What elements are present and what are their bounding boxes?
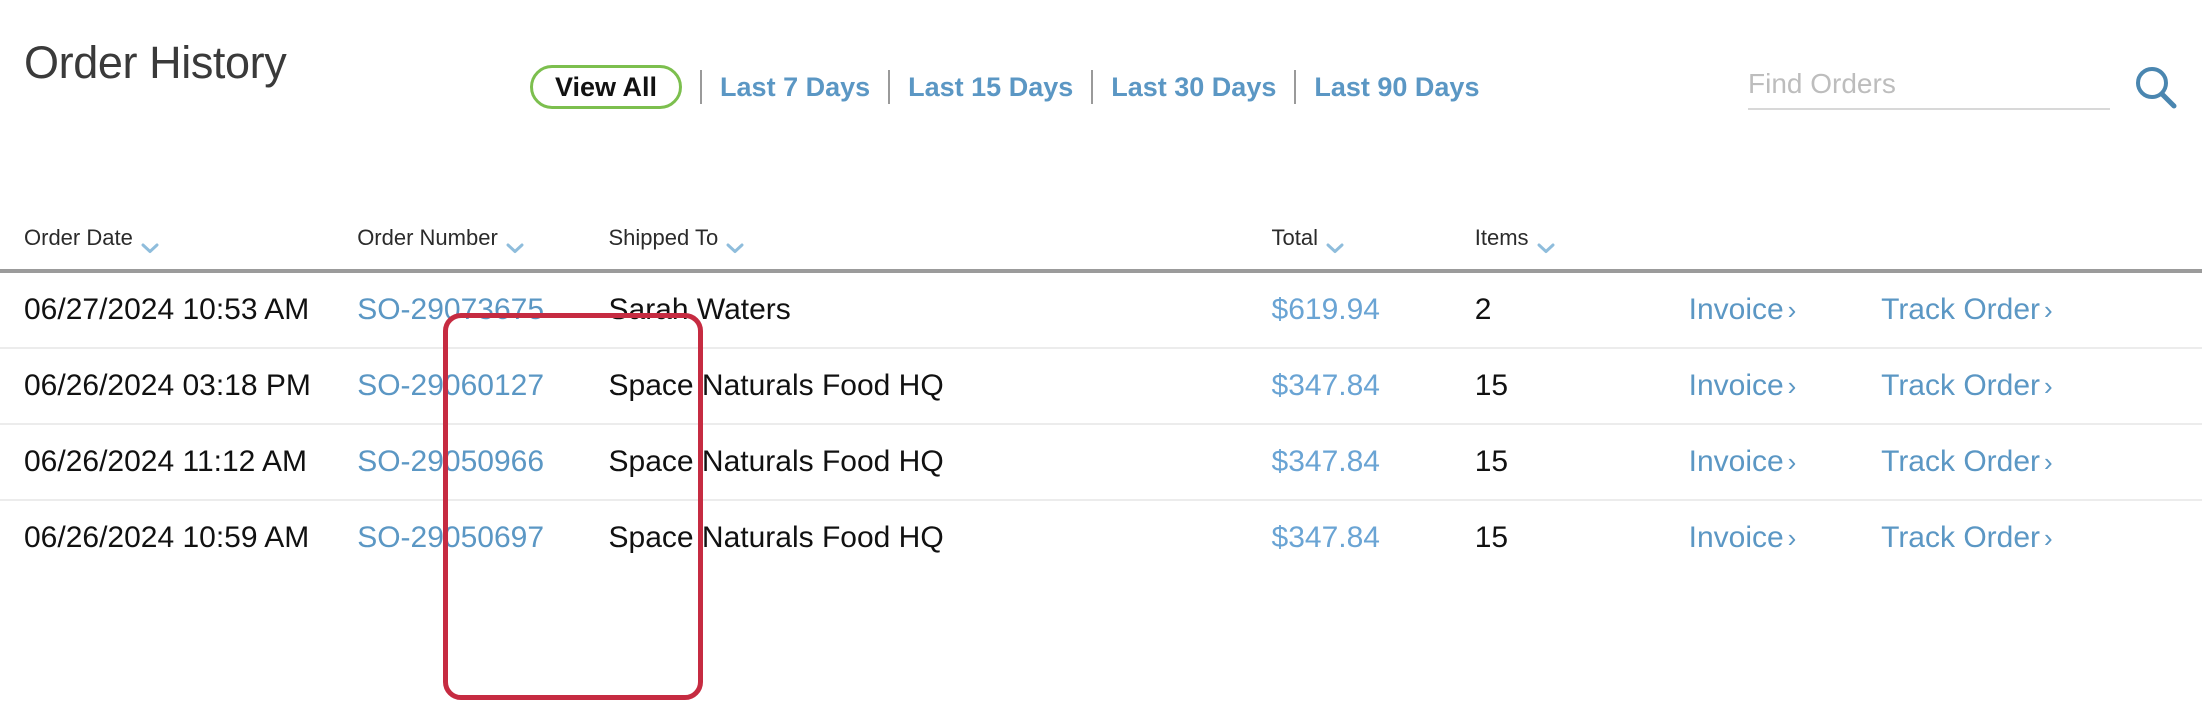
cell-track-action: Track Order › [1881, 271, 2202, 349]
cell-invoice-action: Invoice › [1688, 271, 1882, 349]
chevron-right-icon: › [1787, 447, 1797, 477]
orders-table: Order Date Order Number Shipped To Total… [0, 225, 2202, 575]
invoice-link[interactable]: Invoice › [1689, 445, 1797, 478]
order-history-page: Order History View All Last 7 Days Last … [0, 0, 2202, 710]
orders-table-head: Order Date Order Number Shipped To Total… [0, 225, 2202, 271]
column-header-label: Items [1474, 225, 1529, 250]
page-header: Order History View All Last 7 Days Last … [0, 0, 2202, 180]
chevron-down-icon [141, 234, 159, 253]
cell-order-number: SO-29050966 [357, 424, 609, 501]
cell-track-action: Track Order › [1881, 424, 2202, 501]
table-row[interactable]: 06/26/2024 11:12 AM SO-29050966 Space Na… [0, 424, 2202, 501]
search-icon [2136, 67, 2177, 109]
cell-invoice-action: Invoice › [1689, 500, 1882, 575]
chevron-right-icon: › [1787, 295, 1797, 325]
cell-items: 15 [1474, 521, 1509, 554]
filter-tab-last-90-days[interactable]: Last 90 Days [1314, 65, 1479, 109]
column-header-items[interactable]: Items [1475, 225, 1689, 271]
cell-total: $619.94 [1271, 271, 1475, 349]
filter-tab-view-all[interactable]: View All [530, 65, 683, 109]
tab-separator [1294, 70, 1297, 104]
column-header-label: Order Number [357, 225, 498, 250]
cell-items: 15 [1474, 348, 1689, 425]
chevron-down-icon [1326, 234, 1344, 253]
cell-shipped-to: Space Naturals Food HQ [608, 348, 1272, 425]
filter-tab-last-7-days[interactable]: Last 7 Days [720, 65, 870, 109]
cell-total: $347.84 [1271, 348, 1475, 425]
column-header-track [1881, 225, 2202, 271]
chevron-down-icon [506, 234, 524, 253]
track-order-link[interactable]: Track Order › [1881, 521, 2053, 554]
column-header-total[interactable]: Total [1272, 225, 1475, 271]
cell-total: $347.84 [1272, 500, 1475, 575]
cell-order-number: SO-29060127 [357, 348, 609, 425]
cell-order-number: SO-29073675 [357, 271, 609, 349]
column-header-shipped-to[interactable]: Shipped To [609, 225, 1272, 271]
cell-order-date: 06/26/2024 03:18 PM [0, 348, 358, 425]
cell-shipped-to: Sarah Waters [608, 271, 1272, 349]
invoice-link[interactable]: Invoice › [1689, 293, 1797, 326]
track-order-link[interactable]: Track Order › [1881, 369, 2053, 402]
column-header-label: Shipped To [608, 225, 719, 250]
order-total-value: $619.94 [1271, 293, 1380, 326]
chevron-right-icon: › [1787, 371, 1797, 401]
order-search [1748, 66, 2184, 124]
filter-tab-last-15-days[interactable]: Last 15 Days [908, 65, 1073, 109]
cell-shipped-to: Space Naturals Food HQ [608, 521, 944, 554]
cell-order-date: 06/26/2024 11:12 AM [0, 424, 358, 501]
cell-track-action: Track Order › [1881, 348, 2202, 425]
cell-invoice-action: Invoice › [1688, 424, 1882, 501]
tab-separator [1091, 70, 1094, 104]
orders-table-header-row: Order Date Order Number Shipped To Total… [0, 225, 2202, 271]
order-total-value: $347.84 [1271, 521, 1380, 554]
cell-order-number: SO-29050697 [357, 500, 608, 575]
chevron-right-icon: › [2044, 371, 2053, 401]
search-input[interactable] [1748, 66, 2110, 110]
order-total-value: $347.84 [1271, 445, 1380, 478]
order-number-link[interactable]: SO-29060127 [357, 369, 544, 402]
table-row[interactable]: 06/26/2024 03:18 PM SO-29060127 Space Na… [0, 348, 2202, 425]
column-header-label: Total [1271, 225, 1319, 250]
table-row[interactable]: 06/27/2024 10:53 AM SO-29073675 Sarah Wa… [0, 271, 2202, 349]
column-header-order-number[interactable]: Order Number [357, 225, 608, 271]
column-header-order-date[interactable]: Order Date [0, 225, 357, 271]
tab-separator [700, 70, 703, 104]
track-order-link[interactable]: Track Order › [1881, 293, 2053, 326]
cell-track-action: Track Order › [1881, 500, 2202, 575]
cell-order-date: 06/27/2024 10:53 AM [0, 271, 358, 349]
page-title: Order History [24, 37, 287, 88]
order-number-link[interactable]: SO-29050697 [357, 521, 544, 554]
chevron-right-icon: › [2044, 295, 2053, 325]
search-button[interactable] [2128, 60, 2184, 116]
table-row[interactable]: 06/26/2024 10:59 AM SO-29050697 Space Na… [0, 500, 2202, 575]
chevron-right-icon: › [2044, 447, 2053, 477]
cell-order-date: 06/26/2024 10:59 AM [24, 521, 310, 554]
tab-separator [888, 70, 891, 104]
column-header-invoice [1689, 225, 1882, 271]
cell-shipped-to: Space Naturals Food HQ [608, 424, 1272, 501]
cell-total: $347.84 [1271, 424, 1475, 501]
order-number-link[interactable]: SO-29050966 [357, 445, 544, 478]
filter-tab-last-30-days[interactable]: Last 30 Days [1111, 65, 1276, 109]
invoice-link[interactable]: Invoice › [1689, 521, 1797, 554]
date-filter-tabs: View All Last 7 Days Last 15 Days Last 3… [530, 62, 1479, 112]
track-order-link[interactable]: Track Order › [1881, 445, 2053, 478]
cell-items: 2 [1474, 271, 1689, 349]
chevron-down-icon [726, 234, 744, 253]
invoice-link[interactable]: Invoice › [1689, 369, 1797, 402]
order-total-value: $347.84 [1271, 369, 1380, 402]
orders-table-container: Order Date Order Number Shipped To Total… [0, 225, 2202, 710]
column-header-label: Order Date [24, 225, 133, 250]
chevron-right-icon: › [1787, 523, 1797, 553]
cell-invoice-action: Invoice › [1688, 348, 1882, 425]
cell-items: 15 [1474, 424, 1689, 501]
chevron-right-icon: › [2044, 523, 2053, 553]
order-number-link[interactable]: SO-29073675 [357, 293, 544, 326]
orders-table-body: 06/27/2024 10:53 AM SO-29073675 Sarah Wa… [0, 271, 2202, 575]
chevron-down-icon [1537, 234, 1555, 253]
